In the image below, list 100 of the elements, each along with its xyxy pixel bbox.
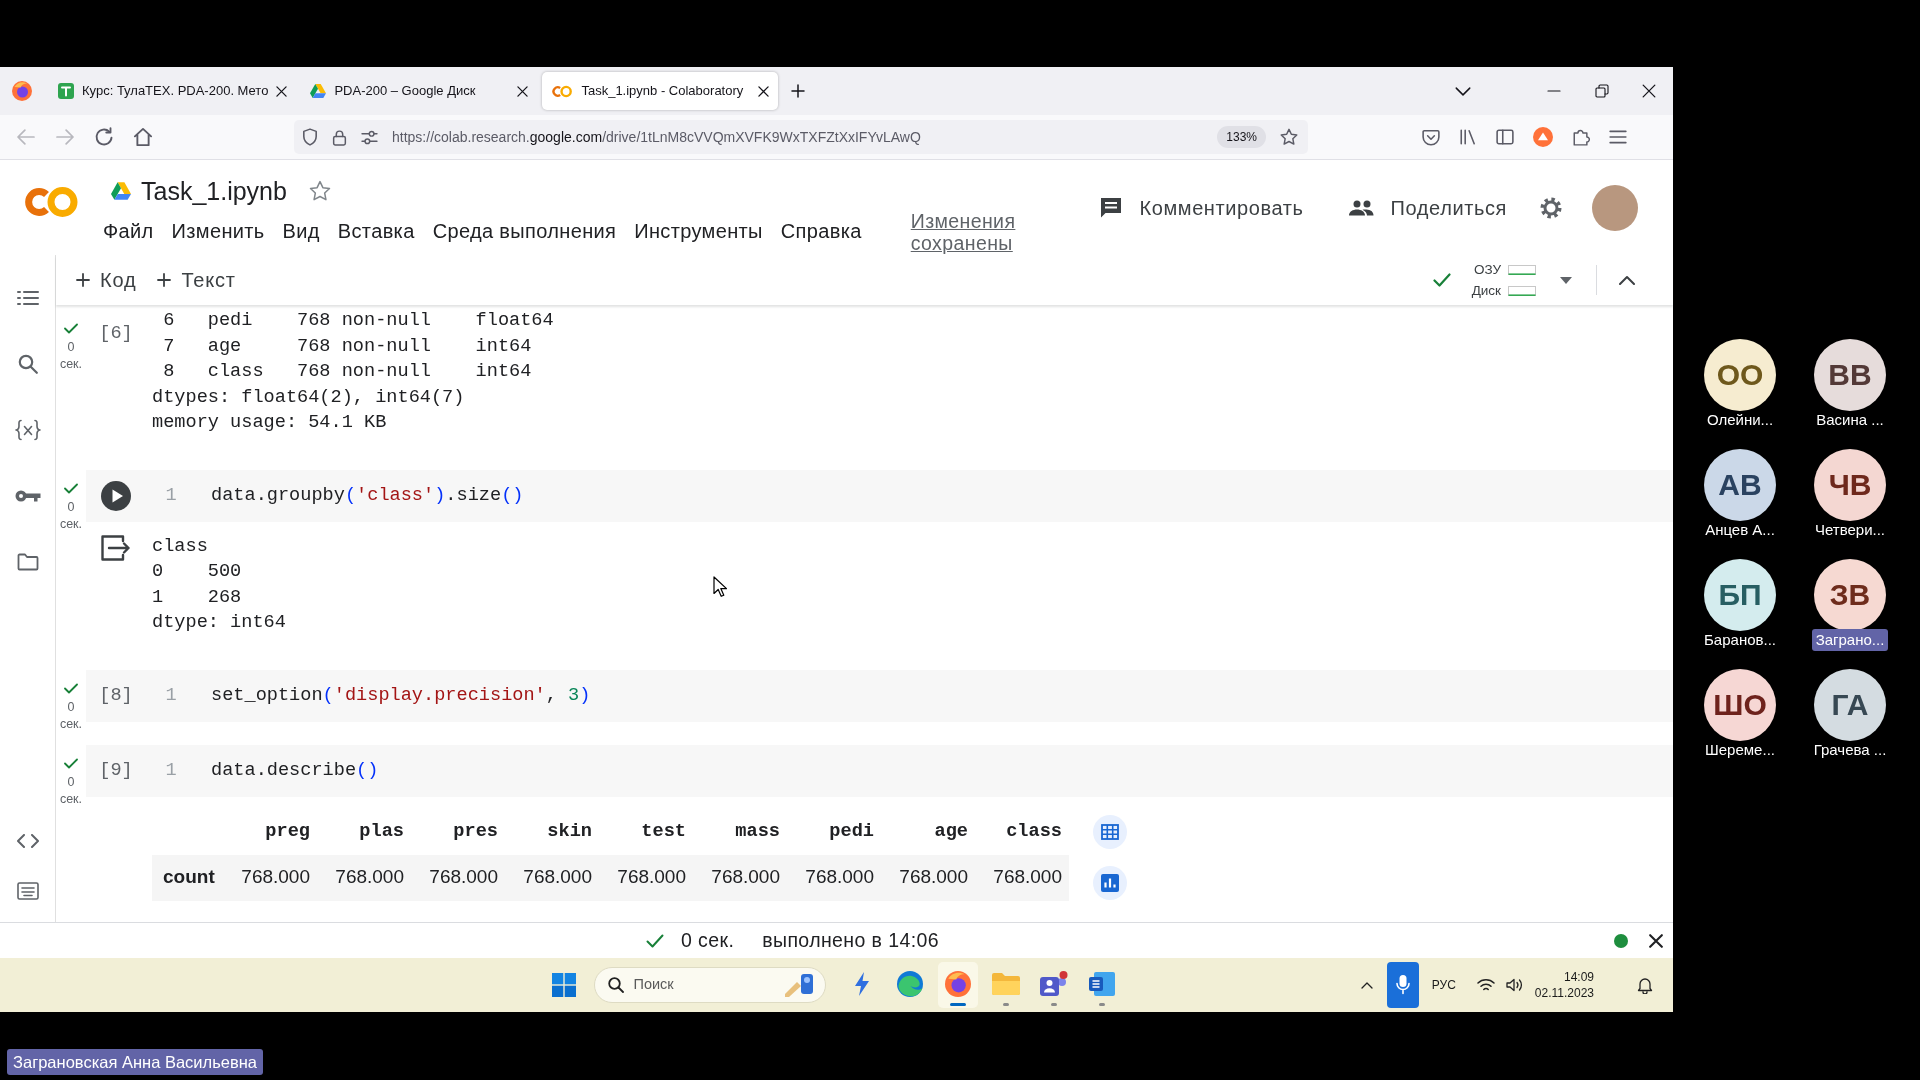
shield-icon[interactable] (302, 128, 318, 146)
execution-time: 0 (67, 498, 75, 516)
wifi-icon[interactable] (1476, 978, 1495, 992)
triangle-circle-icon[interactable] (1533, 127, 1553, 147)
notebook-title[interactable]: Task_1.ipynb (141, 178, 287, 204)
add-cell-button[interactable]: Текст (157, 265, 236, 295)
save-status-link[interactable]: Изменения сохранены (910, 210, 1029, 254)
language-indicator[interactable]: РУС (1431, 976, 1456, 994)
menu-icon[interactable] (1609, 130, 1627, 144)
list-icon[interactable] (16, 290, 39, 306)
wave-logo-icon (896, 971, 923, 997)
star-icon[interactable] (1280, 128, 1298, 146)
menu-item[interactable]: Справка (771, 216, 871, 246)
zoom-level-button[interactable]: 133% (1217, 126, 1266, 148)
participant-name: Четвери... (1813, 520, 1887, 540)
time-unit: сек. (59, 715, 83, 733)
chevron-up-icon[interactable] (1360, 981, 1373, 989)
output-line: 0 500 (152, 560, 243, 584)
code-cell[interactable]: [8] 1 set_option('display.precision', 3) (86, 669, 1673, 722)
address-field[interactable]: https://colab.research.google.com/drive/1tLnM8cVVQmXVFK9WxTXFZtXxIFYvLAwQ 133% (294, 120, 1308, 154)
rings-logo-icon (551, 84, 574, 98)
bell-icon[interactable] (1637, 976, 1653, 994)
text-panel-icon[interactable] (16, 882, 39, 900)
line-number: 1 (164, 758, 178, 783)
column-header: age (933, 819, 969, 844)
clock-date[interactable]: 02.11.2023 (1534, 985, 1594, 1001)
browser-tab[interactable]: Task_1.ipynb - Colaboratory (542, 72, 779, 110)
browser-tab[interactable]: Курс: ТулаТЕХ. PDA-200. Мето (49, 72, 297, 110)
participant-name: Шереме... (1704, 740, 1776, 760)
participant-avatar: ВВ (1814, 339, 1886, 411)
library-icon[interactable] (1459, 128, 1477, 146)
star-icon[interactable] (308, 180, 331, 202)
column-header: plas (358, 819, 405, 844)
search-bar[interactable]: Поиск (593, 967, 826, 1003)
code-cell[interactable]: [9] 1 data.describe() (86, 744, 1673, 797)
clock-time[interactable]: 14:09 (1563, 969, 1594, 985)
illustration-icon (783, 973, 814, 997)
table-cell: 768.000 (599, 854, 693, 901)
column-header: test (640, 819, 687, 844)
add-cell-button[interactable]: Код (76, 265, 137, 295)
running-app-indicator (1002, 1003, 1009, 1006)
sidebar-icon[interactable] (1496, 129, 1514, 145)
column-header: pedi (828, 819, 875, 844)
menu-item[interactable]: Вставка (328, 216, 424, 246)
close-icon[interactable] (276, 85, 288, 97)
output-line: 6 pedi 768 non-null float64 (162, 309, 554, 333)
close-icon[interactable] (517, 85, 529, 97)
menu-item[interactable]: Изменить (162, 216, 274, 246)
chevron-up-icon[interactable] (1619, 275, 1635, 285)
folder-icon[interactable] (16, 553, 39, 571)
caret-icon[interactable] (1560, 276, 1572, 284)
browser-tab[interactable]: PDA-200 – Google Диск (301, 72, 538, 110)
search-icon[interactable] (17, 354, 38, 374)
taskbar-app-button[interactable] (937, 962, 978, 1008)
settings-icon[interactable] (1540, 196, 1562, 219)
menu-item[interactable]: Файл (103, 216, 163, 246)
permissions-icon[interactable] (361, 129, 378, 145)
table-grid-icon[interactable] (1093, 814, 1127, 849)
user-avatar[interactable] (1592, 184, 1638, 231)
minimize-icon[interactable] (1546, 90, 1562, 92)
folder-icon (991, 973, 1020, 995)
run-button[interactable] (101, 480, 131, 511)
output-icon[interactable] (101, 534, 131, 561)
home-icon[interactable] (133, 127, 153, 147)
table-cell: 768.000 (881, 854, 975, 901)
grid-logo-icon[interactable] (551, 973, 576, 997)
menu-item[interactable]: Инструменты (625, 216, 772, 246)
close-icon[interactable] (758, 85, 770, 97)
running-app-indicator (1050, 1003, 1057, 1006)
resource-label: Диск (1471, 282, 1501, 299)
menu-item[interactable]: Вид (273, 216, 329, 246)
chevron-shield-icon[interactable] (1422, 128, 1440, 146)
share-button[interactable]: Поделиться (1347, 192, 1507, 223)
comment-button[interactable]: Комментировать (1100, 192, 1304, 223)
close-icon[interactable] (1642, 84, 1656, 98)
table-cell: 768.000 (411, 854, 505, 901)
participant-name: Грачева ... (1812, 740, 1888, 760)
chevron-down-icon[interactable] (1455, 86, 1471, 96)
browser-logo-icon[interactable] (12, 81, 32, 101)
variables-icon[interactable] (14, 419, 41, 441)
close-icon[interactable] (1649, 933, 1663, 948)
reload-icon[interactable] (94, 127, 114, 147)
execution-time: 0 (67, 339, 75, 356)
restore-icon[interactable] (1595, 84, 1609, 98)
output-line: class (152, 534, 209, 559)
code-icon[interactable] (16, 834, 39, 848)
plus-icon[interactable] (791, 84, 806, 98)
microphone-icon[interactable] (1386, 962, 1419, 1008)
code-cell[interactable]: 1 data.groupby('class').size() (86, 469, 1673, 522)
lock-icon[interactable] (332, 128, 347, 146)
rings-logo-icon[interactable] (22, 184, 80, 220)
column-header: preg (264, 819, 311, 844)
menu-item[interactable]: Среда выполнения (423, 216, 626, 246)
key-icon[interactable] (14, 489, 41, 503)
running-app-indicator (1098, 1003, 1105, 1006)
chart-icon[interactable] (1093, 865, 1127, 900)
speaker-icon[interactable] (1505, 978, 1524, 992)
search-field[interactable]: Поиск (633, 974, 774, 996)
puzzle-icon[interactable] (1572, 128, 1590, 146)
line-number: 1 (164, 683, 178, 708)
